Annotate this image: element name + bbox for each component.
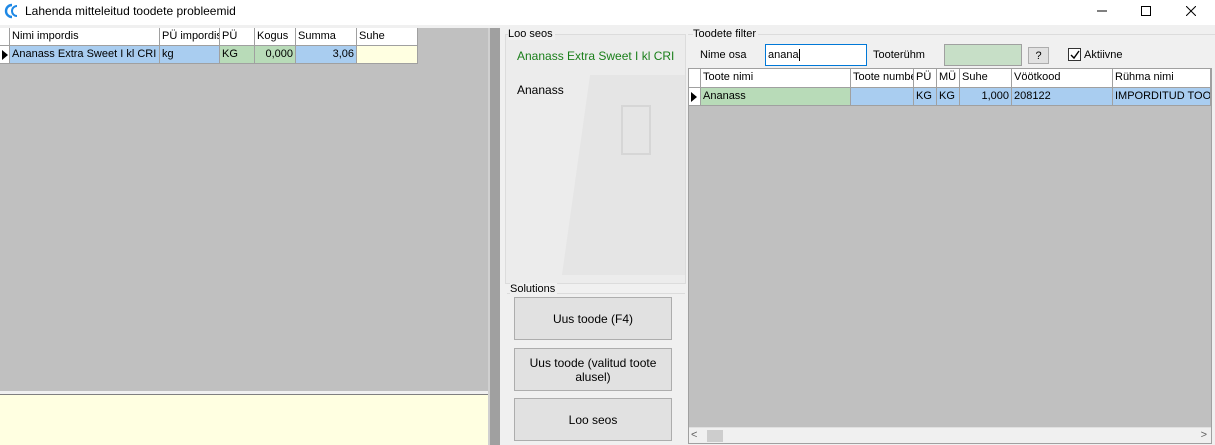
solutions-title: Solutions <box>510 283 558 295</box>
table-row[interactable]: Ananass KG KG 1,000 208122 IMPORDITUD TO… <box>689 88 1211 106</box>
link-source-product: Ananass Extra Sweet I kl CRI <box>517 49 675 63</box>
checkmark-icon <box>1070 50 1080 60</box>
cell-group-name[interactable]: IMPORDITUD TOOTED <box>1113 88 1211 106</box>
column-header-barcode[interactable]: Vöötkood <box>1012 69 1113 88</box>
column-header-ratio[interactable]: Suhe <box>357 28 418 46</box>
column-header-product-name[interactable]: Toote nimi <box>701 69 851 88</box>
column-header-quantity[interactable]: Kogus <box>255 28 296 46</box>
import-grid-header: Nimi impordis PÜ impordis PÜ Kogus Summa… <box>0 28 418 46</box>
help-button[interactable]: ? <box>1028 47 1049 64</box>
minimize-button[interactable] <box>1079 0 1125 22</box>
cell-unit[interactable]: KG <box>220 46 255 64</box>
new-product-button[interactable]: Uus toode (F4) <box>514 297 672 340</box>
column-header-unit[interactable]: PÜ <box>914 69 937 88</box>
cell-barcode[interactable]: 208122 <box>1012 88 1113 106</box>
column-header-unit[interactable]: PÜ <box>220 28 255 46</box>
column-header-sum[interactable]: Summa <box>296 28 357 46</box>
note-area[interactable] <box>0 394 488 445</box>
link-target-product: Ananass <box>517 83 564 97</box>
close-icon <box>1186 6 1196 16</box>
scroll-right-icon[interactable]: > <box>1193 429 1207 443</box>
cell-sum[interactable]: 3,06 <box>296 46 357 64</box>
filter-title: Toodete filter <box>693 28 758 40</box>
column-header-mu[interactable]: MÜ <box>937 69 960 88</box>
row-header-corner <box>689 69 701 88</box>
close-button[interactable] <box>1168 0 1214 22</box>
text-caret <box>798 49 800 62</box>
maximize-button[interactable] <box>1123 0 1169 22</box>
column-header-group-name[interactable]: Rühma nimi <box>1113 69 1211 88</box>
app-icon <box>4 3 18 19</box>
horizontal-scrollbar[interactable]: < > <box>689 427 1211 443</box>
cell-quantity[interactable]: 0,000 <box>255 46 296 64</box>
column-header-product-number[interactable]: Toote number <box>851 69 914 88</box>
group-filter-label: Tooterühm <box>873 49 925 61</box>
maximize-icon <box>1141 6 1151 16</box>
row-selector[interactable] <box>689 88 701 106</box>
cell-name[interactable]: Ananass Extra Sweet I kl CRI <box>10 46 160 64</box>
current-row-arrow-icon <box>691 92 697 102</box>
active-checkbox-label[interactable]: Aktiivne <box>1084 49 1123 61</box>
cell-product-number[interactable] <box>851 88 914 106</box>
link-panel-title: Loo seos <box>508 28 555 40</box>
column-header-unit-import[interactable]: PÜ impordis <box>160 28 220 46</box>
product-grid[interactable]: Toote nimi Toote number PÜ MÜ Suhe Vöötk… <box>688 68 1212 444</box>
cell-product-name[interactable]: Ananass <box>701 88 851 106</box>
name-filter-label: Nime osa <box>700 49 747 61</box>
scroll-left-icon[interactable]: < <box>691 429 705 443</box>
row-header-corner <box>0 28 10 46</box>
new-product-from-selected-button[interactable]: Uus toode (valitud toote alusel) <box>514 348 672 391</box>
import-grid[interactable]: Nimi impordis PÜ impordis PÜ Kogus Summa… <box>0 28 488 391</box>
group-filter-input[interactable] <box>944 44 1022 66</box>
table-row[interactable]: Ananass Extra Sweet I kl CRI kg KG 0,000… <box>0 46 418 64</box>
cell-unit-import[interactable]: kg <box>160 46 220 64</box>
active-checkbox[interactable] <box>1068 48 1081 61</box>
window-title: Lahenda mitteleitud toodete probleemid <box>25 4 236 18</box>
column-header-name[interactable]: Nimi impordis <box>10 28 160 46</box>
scrollbar-thumb[interactable] <box>707 430 723 442</box>
name-filter-input[interactable]: anana <box>765 44 867 66</box>
minimize-icon <box>1097 10 1107 12</box>
link-panel: Ananass Extra Sweet I kl CRI Ananass <box>505 34 686 284</box>
title-bar: Lahenda mitteleitud toodete probleemid <box>0 0 1215 25</box>
create-link-button[interactable]: Loo seos <box>514 398 672 441</box>
current-row-arrow-icon <box>2 50 8 60</box>
cell-ratio[interactable] <box>357 46 418 64</box>
cell-unit[interactable]: KG <box>914 88 937 106</box>
panel-splitter[interactable] <box>488 28 500 445</box>
cell-ratio[interactable]: 1,000 <box>960 88 1012 106</box>
product-grid-header: Toote nimi Toote number PÜ MÜ Suhe Vöötk… <box>689 69 1211 88</box>
cell-mu[interactable]: KG <box>937 88 960 106</box>
column-header-ratio[interactable]: Suhe <box>960 69 1012 88</box>
row-selector[interactable] <box>0 46 10 64</box>
background-decoration-frame <box>621 105 651 155</box>
